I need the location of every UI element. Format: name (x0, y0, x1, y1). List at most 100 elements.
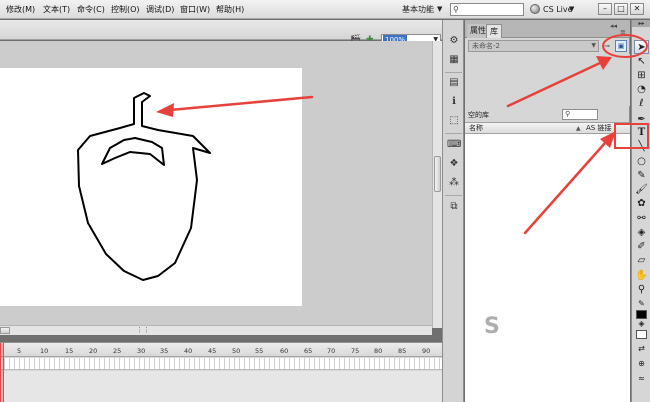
new-library-panel-icon[interactable]: ▣ (615, 40, 627, 52)
oval-tool-icon[interactable]: ○ (634, 155, 649, 169)
fill-color-bucket-icon: ◈ (638, 319, 645, 328)
frame-number: 45 (208, 347, 217, 355)
pin-icon[interactable]: ⊸ (604, 40, 612, 52)
frame-number: 20 (89, 347, 98, 355)
library-item-list[interactable] (465, 134, 630, 402)
globe-icon (530, 4, 540, 14)
menu-debug[interactable]: 调试(D) (146, 4, 174, 15)
eyedropper-tool-icon[interactable]: ✐ (634, 240, 649, 254)
library-items-count: 空的库 (468, 111, 489, 119)
line-tool-icon[interactable]: ╲ (634, 140, 649, 154)
library-column-header: 名称 ▲ AS 链接 (465, 122, 630, 134)
tools-panel: ▸▸ ➤ ↖ ⊞ ◔ ℓ ✒ T ╲ ○ ✎ 🖌 ✿ ⚯ ◈ ✐ ▱ ✋ ⚲ ✎… (631, 20, 650, 402)
stage-horizontal-scrollbar[interactable]: ⋮⋮ (0, 325, 432, 335)
strawberry-leaf-inner (101, 137, 165, 166)
code-icon[interactable]: ⌨ (447, 138, 461, 152)
scrollbar-thumb[interactable] (0, 327, 10, 334)
menu-modify[interactable]: 修改(M) (6, 4, 35, 15)
frame-number: 15 (65, 347, 74, 355)
grip-icon[interactable]: ⋮⋮ (136, 327, 150, 334)
library-search-field[interactable]: ⚲ (562, 109, 598, 120)
free-transform-tool-icon[interactable]: ⊞ (634, 69, 649, 83)
separator (445, 195, 462, 196)
pencil-tool-icon[interactable]: ✎ (634, 169, 649, 183)
snap-to-objects-icon[interactable]: ⊕ (634, 357, 649, 371)
stage-vertical-scrollbar[interactable] (432, 41, 442, 328)
menu-bar: 修改(M) 文本(T) 命令(C) 控制(O) 调试(D) 窗口(W) 帮助(H… (0, 0, 650, 19)
frame-number: 10 (40, 347, 49, 355)
paint-bucket-tool-icon[interactable]: ◈ (634, 226, 649, 240)
frame-number: 55 (255, 347, 264, 355)
collapse-icon[interactable]: ◂◂ (610, 22, 617, 30)
strawberry-outline (77, 92, 211, 281)
sort-icon[interactable]: ▲ (576, 124, 581, 133)
timeline-ruler[interactable]: 5 10 15 20 25 30 35 40 45 50 55 60 65 70… (0, 343, 442, 357)
subselection-tool-icon[interactable]: ↖ (634, 55, 649, 69)
chevron-down-icon[interactable]: ▼ (591, 41, 596, 51)
3d-rotation-tool-icon[interactable]: ◔ (634, 83, 649, 97)
separator (445, 133, 462, 134)
collapsed-panels-dock: ⚙ ▦ ▤ ℹ ⬚ ⌨ ❖ ⁂ ⧉ (442, 20, 464, 402)
menu-control[interactable]: 控制(O) (111, 4, 140, 15)
frame-number: 35 (160, 347, 169, 355)
frame-number: 60 (280, 347, 289, 355)
playhead[interactable] (0, 343, 4, 402)
transform-icon[interactable]: ⬚ (447, 114, 461, 128)
fill-color-swatch[interactable] (636, 330, 647, 339)
frame-number: 75 (351, 347, 360, 355)
close-button[interactable]: ✕ (630, 3, 644, 15)
search-icon: ⚲ (453, 5, 459, 14)
menu-window[interactable]: 窗口(W) (180, 4, 210, 15)
minimize-button[interactable]: – (598, 3, 612, 15)
scrollbar-thumb[interactable] (434, 156, 441, 192)
menu-text[interactable]: 文本(T) (43, 4, 70, 15)
layer-frames[interactable] (0, 358, 442, 370)
selection-tool-arrow-icon[interactable]: ➤ (634, 40, 649, 54)
chevron-down-icon[interactable]: ▼ (569, 3, 574, 16)
grip-icon[interactable]: ▸▸ (632, 20, 650, 27)
frame-number: 25 (113, 347, 122, 355)
pen-tool-icon[interactable]: ✒ (634, 113, 649, 127)
brush-tool-icon[interactable]: 🖌 (634, 183, 649, 197)
library-document-name: 未命名-2 (472, 42, 500, 50)
menu-commands[interactable]: 命令(C) (77, 4, 105, 15)
grid-icon[interactable]: ▦ (447, 53, 461, 67)
library-document-select[interactable]: 未命名-2 ▼ (468, 40, 599, 52)
zoom-tool-icon[interactable]: ⚲ (634, 283, 649, 297)
help-search-input[interactable] (465, 4, 523, 15)
column-as-linkage[interactable]: AS 链接 (586, 124, 611, 133)
hand-tool-icon[interactable]: ✋ (634, 269, 649, 283)
timeline-empty-area (0, 371, 442, 402)
restore-button[interactable]: □ (614, 3, 628, 15)
components-icon[interactable]: ❖ (447, 157, 461, 171)
separator (445, 72, 462, 73)
smooth-icon[interactable]: ≈ (634, 372, 649, 386)
help-search-field[interactable]: ⚲ (450, 3, 524, 16)
frame-number: 5 (17, 347, 22, 355)
menu-help[interactable]: 帮助(H) (216, 4, 244, 15)
strawberry-drawing[interactable] (0, 68, 302, 306)
library-panel: 属性 库 ◂◂ ≡ 未命名-2 ▼ ⊸ ▣ 空的库 ⚲ 名称 ▲ AS 链接 (465, 20, 630, 402)
info-icon[interactable]: ℹ (447, 95, 461, 109)
motion-presets-icon[interactable]: ⁂ (447, 176, 461, 190)
bone-tool-icon[interactable]: ⚯ (634, 212, 649, 226)
chevron-down-icon[interactable]: ▼ (437, 3, 442, 16)
panel-menu-icon[interactable]: ≡ (620, 28, 626, 36)
workspace-switcher[interactable]: 基本功能 (400, 3, 436, 16)
frame-number: 65 (304, 347, 313, 355)
timeline[interactable]: 5 10 15 20 25 30 35 40 45 50 55 60 65 70… (0, 342, 442, 402)
lasso-tool-icon[interactable]: ℓ (634, 97, 649, 111)
eraser-tool-icon[interactable]: ▱ (634, 254, 649, 268)
layers-icon[interactable]: ⧉ (447, 200, 461, 214)
gear-icon[interactable]: ⚙ (447, 34, 461, 48)
text-tool-icon[interactable]: T (634, 126, 649, 140)
tab-library[interactable]: 库 (486, 24, 502, 38)
panel-icon[interactable]: ▤ (447, 76, 461, 90)
search-icon: ⚲ (565, 110, 571, 118)
frame-number: 90 (422, 347, 431, 355)
deco-tool-icon[interactable]: ✿ (634, 197, 649, 211)
edit-bar: 🎬 ✚ 100% ▼ (0, 20, 442, 46)
column-name[interactable]: 名称 (469, 124, 483, 133)
swap-colors-icon[interactable]: ⇄ (634, 342, 649, 356)
panel-tabs: 属性 库 ◂◂ ≡ (465, 20, 630, 38)
